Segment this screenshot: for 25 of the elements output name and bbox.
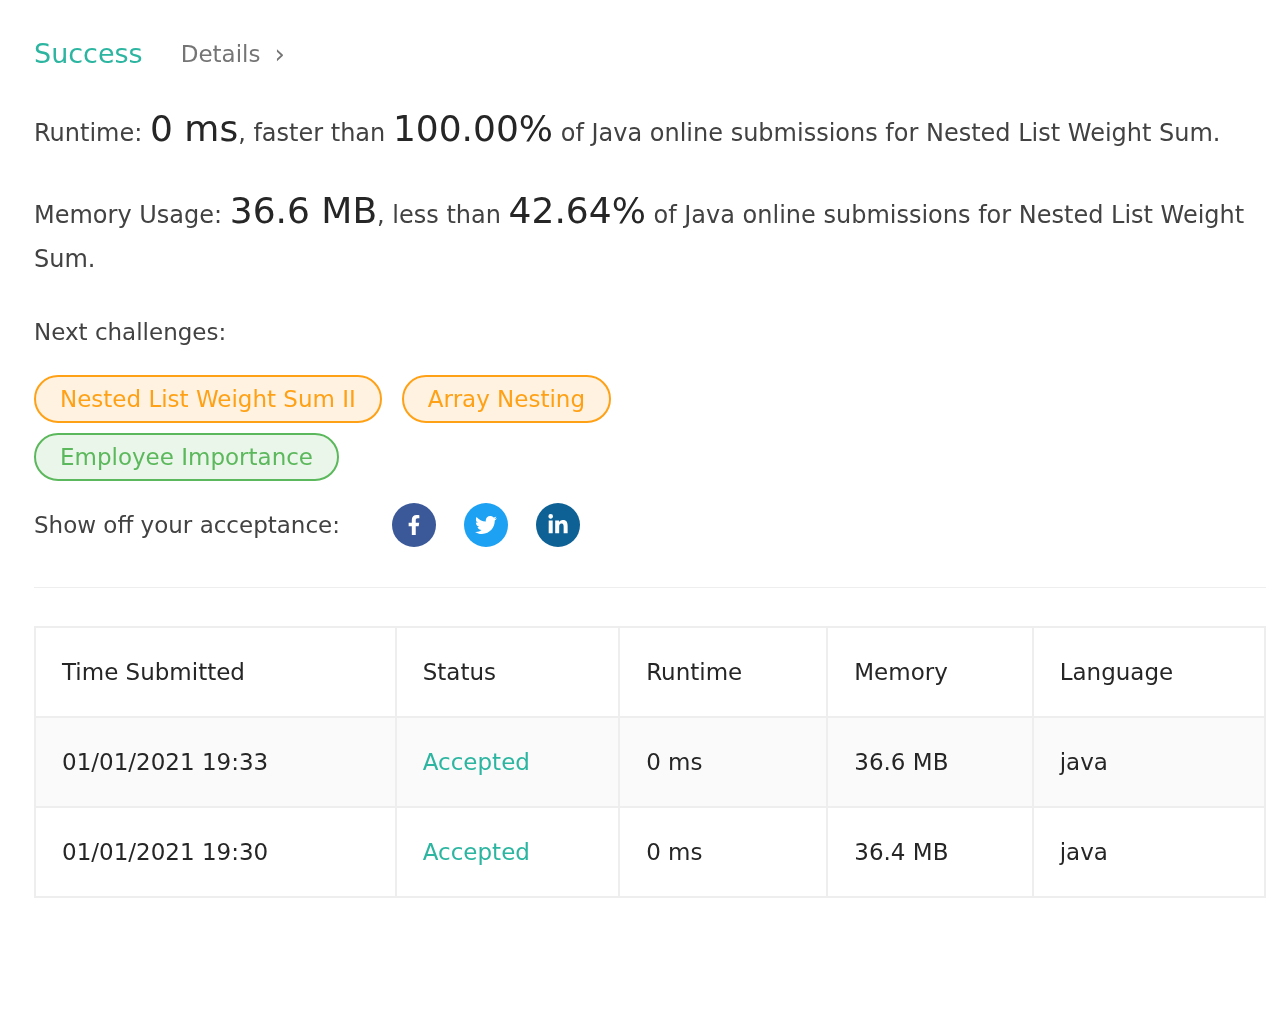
next-challenges-label: Next challenges: xyxy=(34,319,228,345)
challenge-tag[interactable]: Employee Importance xyxy=(34,433,340,481)
table-cell: 0 ms xyxy=(619,717,828,807)
table-cell: java xyxy=(1032,717,1265,807)
memory-summary: Memory Usage: 36.6 MB, less than 42.64% of Java online submissions for Nested List Weight Sum. xyxy=(34,189,1246,275)
status-text: Success xyxy=(34,38,143,69)
share-button[interactable] xyxy=(392,503,436,547)
status-link[interactable]: Accepted xyxy=(395,717,620,807)
details-link[interactable]: Details › xyxy=(180,38,285,69)
table-cell: 36.6 MB xyxy=(827,717,1033,807)
table-cell: java xyxy=(1032,807,1265,897)
status-link[interactable]: Accepted xyxy=(395,807,620,897)
share-label: Show off your acceptance: xyxy=(34,512,340,538)
bird-icon xyxy=(475,514,497,536)
table-cell: 01/01/2021 19:30 xyxy=(35,807,396,897)
share-button[interactable] xyxy=(464,503,508,547)
table-cell: 0 ms xyxy=(619,807,828,897)
share-button[interactable] xyxy=(536,503,580,547)
table-cell: 01/01/2021 19:33 xyxy=(35,717,396,807)
column-header: Time Submitted xyxy=(35,627,396,717)
challenge-tag[interactable]: Nested List Weight Sum II xyxy=(34,375,382,423)
challenge-tag[interactable]: Array Nesting xyxy=(401,375,612,423)
in-logo-icon xyxy=(547,514,569,536)
table-cell: 36.4 MB xyxy=(827,807,1033,897)
runtime-summary: Runtime: 0 ms, faster than 100.00% of Java online submissions for Nested List Weight Sum. xyxy=(34,107,1222,151)
